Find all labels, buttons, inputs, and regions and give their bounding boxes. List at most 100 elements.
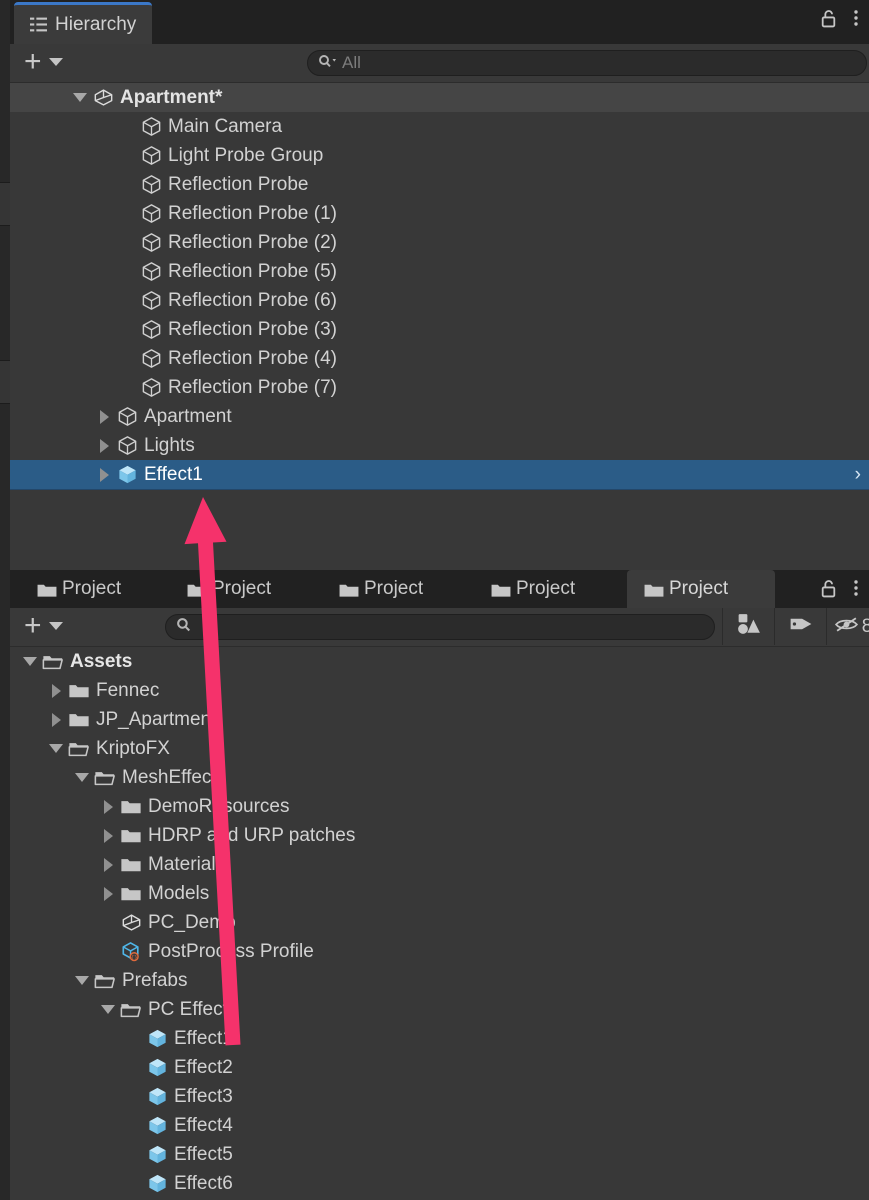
tree-row-label: Fennec	[96, 679, 160, 701]
tag-label-icon	[789, 615, 813, 638]
gameobject-cube-icon	[140, 290, 162, 312]
tab-project-1[interactable]: Project	[20, 570, 165, 608]
expand-arrow-icon[interactable]	[96, 799, 120, 814]
expand-arrow-icon[interactable]	[44, 683, 68, 698]
tree-row[interactable]: Reflection Probe (1)	[10, 199, 869, 228]
tree-row-label: Lights	[144, 434, 195, 456]
folder-icon	[186, 581, 207, 598]
search-dropdown-icon[interactable]	[318, 54, 338, 73]
unlocked-padlock-icon[interactable]	[820, 579, 837, 598]
tree-row[interactable]: Materials	[10, 850, 869, 879]
gameobject-cube-icon	[140, 261, 162, 283]
expand-arrow-icon[interactable]	[92, 409, 116, 424]
tab-project-5[interactable]: Project	[627, 570, 775, 608]
tree-row[interactable]: Fennec	[10, 676, 869, 705]
create-gameobject-button[interactable]: +	[24, 47, 63, 77]
gameobject-cube-icon	[140, 116, 162, 138]
tab-hierarchy[interactable]: Hierarchy	[14, 2, 153, 44]
expand-arrow-icon[interactable]	[96, 857, 120, 872]
tree-row[interactable]: Effect1	[10, 1024, 869, 1053]
tree-row[interactable]: Reflection Probe (7)	[10, 373, 869, 402]
tree-row-label: Effect4	[174, 1114, 233, 1136]
create-asset-button[interactable]: +	[24, 611, 63, 641]
tree-row[interactable]: Reflection Probe (3)	[10, 315, 869, 344]
tree-row-selected[interactable]: Effect1 ›	[10, 460, 869, 490]
tree-row[interactable]: Apartment*	[10, 83, 869, 112]
folder-icon	[68, 680, 90, 702]
tab-project-4[interactable]: Project	[474, 570, 609, 608]
collapse-arrow-icon[interactable]	[44, 744, 68, 753]
tab-project-label: Project	[669, 578, 729, 599]
tree-row[interactable]: HDRP and URP patches	[10, 821, 869, 850]
hierarchy-tree[interactable]: Apartment* Main Camera Light Probe Group Re…	[10, 83, 869, 570]
prefab-cube-icon	[146, 1086, 168, 1108]
chevron-down-icon[interactable]	[48, 622, 63, 630]
folder-open-icon	[120, 999, 142, 1021]
folder-icon	[338, 581, 359, 598]
tree-row-label: Reflection Probe	[168, 173, 309, 195]
tree-row[interactable]: Reflection Probe (2)	[10, 228, 869, 257]
kebab-menu-icon[interactable]	[853, 8, 859, 28]
shape-filter-button[interactable]	[722, 608, 774, 645]
tree-row[interactable]: Apartment	[10, 402, 869, 431]
chevron-right-icon[interactable]: ›	[855, 464, 861, 486]
expand-arrow-icon[interactable]	[96, 828, 120, 843]
project-tree[interactable]: Assets Fennec JP_Apartment KriptoFX MeshEffe…	[10, 647, 869, 1200]
tab-hierarchy-label: Hierarchy	[55, 13, 137, 35]
expand-arrow-icon[interactable]	[96, 886, 120, 901]
tree-row-label: Reflection Probe (5)	[168, 260, 337, 282]
tree-row[interactable]: JP_Apartment	[10, 705, 869, 734]
project-search-input[interactable]	[165, 614, 715, 640]
collapse-arrow-icon[interactable]	[70, 773, 94, 782]
tree-row-label: Apartment	[144, 405, 232, 427]
unlocked-padlock-icon[interactable]	[820, 9, 837, 28]
hierarchy-panel-actions	[820, 8, 859, 28]
tree-row[interactable]: Lights	[10, 431, 869, 460]
tree-row-label: Effect1	[174, 1027, 233, 1049]
tree-row[interactable]: Effect2	[10, 1053, 869, 1082]
label-filter-button[interactable]	[774, 608, 826, 645]
collapse-arrow-icon[interactable]	[70, 976, 94, 985]
hierarchy-search-input[interactable]: All	[307, 50, 867, 76]
hidden-items-button[interactable]: 8	[826, 608, 869, 645]
project-panel-actions	[820, 578, 859, 598]
folder-icon	[120, 883, 142, 905]
collapse-arrow-icon[interactable]	[96, 1005, 120, 1014]
gameobject-cube-icon	[140, 319, 162, 341]
tree-row-label: Assets	[70, 650, 133, 672]
kebab-menu-icon[interactable]	[853, 578, 859, 598]
hierarchy-toolbar: + All	[10, 44, 869, 83]
tree-row[interactable]: Models	[10, 879, 869, 908]
tab-project-label: Project	[62, 578, 122, 599]
chevron-down-icon[interactable]	[48, 58, 63, 66]
tree-row-label: Reflection Probe (1)	[168, 202, 337, 224]
tree-row[interactable]: MeshEffect	[10, 763, 869, 792]
gameobject-cube-icon	[140, 377, 162, 399]
tree-row[interactable]: Reflection Probe (4)	[10, 344, 869, 373]
tree-row-label: Main Camera	[168, 115, 283, 137]
tree-row[interactable]: {} PostProcess Profile	[10, 937, 869, 966]
tree-row[interactable]: KriptoFX	[10, 734, 869, 763]
tree-row[interactable]: DemoResources	[10, 792, 869, 821]
collapse-arrow-icon[interactable]	[68, 93, 92, 102]
collapse-arrow-icon[interactable]	[18, 657, 42, 666]
tree-row[interactable]: Main Camera	[10, 112, 869, 141]
expand-arrow-icon[interactable]	[92, 438, 116, 453]
tree-row[interactable]: Reflection Probe (5)	[10, 257, 869, 286]
tree-row[interactable]: Effect4	[10, 1111, 869, 1140]
tree-row[interactable]: Light Probe Group	[10, 141, 869, 170]
tree-row[interactable]: Effect5	[10, 1140, 869, 1169]
tree-row[interactable]: Prefabs	[10, 966, 869, 995]
tree-row[interactable]: Reflection Probe (6)	[10, 286, 869, 315]
tree-row[interactable]: PC Effects	[10, 995, 869, 1024]
tab-project-2[interactable]: Project	[170, 570, 320, 608]
tree-row[interactable]: Assets	[10, 647, 869, 676]
expand-arrow-icon[interactable]	[44, 712, 68, 727]
expand-arrow-icon[interactable]	[92, 467, 116, 482]
tree-row[interactable]: Reflection Probe	[10, 170, 869, 199]
tree-row[interactable]: PC_Demo	[10, 908, 869, 937]
tree-row[interactable]: Effect6	[10, 1169, 869, 1198]
tree-row[interactable]: Effect3	[10, 1082, 869, 1111]
tab-project-3[interactable]: Project	[322, 570, 472, 608]
project-toolbar: + 8	[10, 608, 869, 647]
